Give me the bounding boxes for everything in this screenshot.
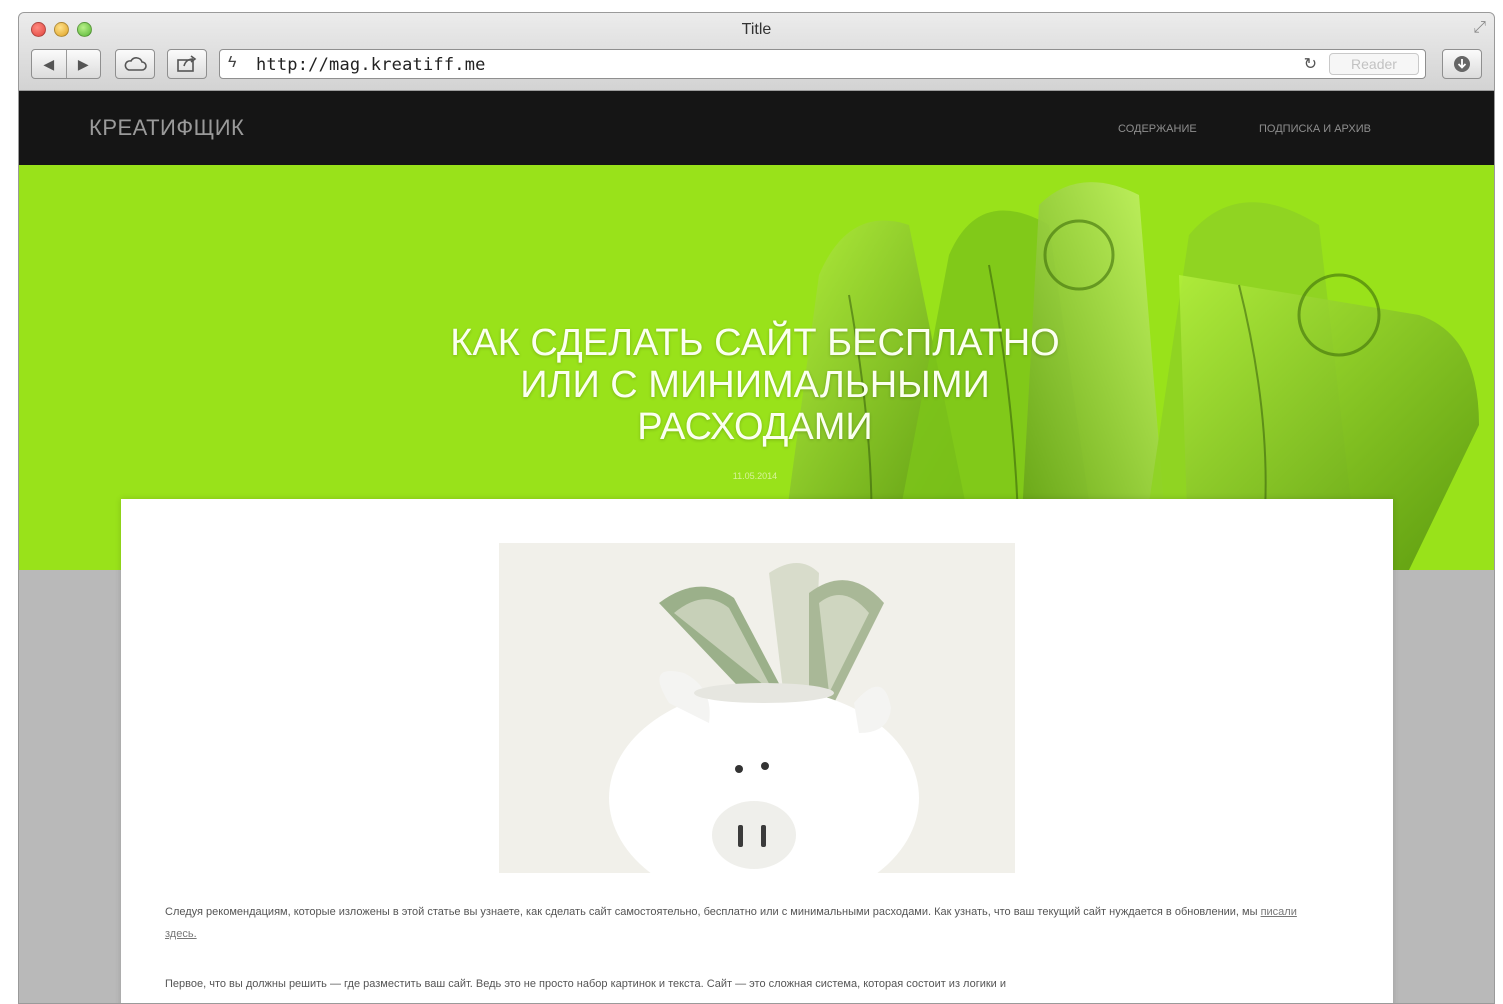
nav-link-contents[interactable]: СОДЕРЖАНИЕ [1118, 123, 1197, 135]
browser-chrome: Title ⤢ ◀ ▶ ϟ http://mag.kreatiff.me ↻ R… [19, 13, 1494, 91]
article-date: 11.05.2014 [732, 471, 778, 481]
browser-window: Title ⤢ ◀ ▶ ϟ http://mag.kreatiff.me ↻ R… [18, 12, 1495, 1004]
article-paragraph-2: Первое, что вы должны решить — где разме… [165, 978, 1007, 990]
nav-link-subscribe-archive[interactable]: ПОДПИСКА И АРХИВ [1259, 123, 1371, 135]
download-icon [1454, 56, 1470, 72]
icloud-tabs-button[interactable] [115, 49, 155, 79]
article-card: Следуя рекомендациям, которые изложены в… [121, 499, 1393, 1003]
cloud-icon [124, 57, 147, 71]
piggy-bank-image [499, 543, 1015, 873]
url-text[interactable]: http://mag.kreatiff.me [256, 55, 486, 75]
reload-icon[interactable]: ↻ [1304, 54, 1317, 74]
browser-toolbar: ◀ ▶ ϟ http://mag.kreatiff.me ↻ Reader [31, 49, 1482, 81]
share-button[interactable] [167, 49, 207, 79]
window-title: Title [741, 21, 772, 38]
reader-button[interactable]: Reader [1329, 53, 1419, 75]
site-header: КРЕАТИФЩИК СОДЕРЖАНИЕ ПОДПИСКА И АРХИВ [19, 91, 1494, 165]
history-nav-group: ◀ ▶ [31, 49, 101, 79]
site-icon: ϟ [228, 54, 237, 71]
site-logo[interactable]: КРЕАТИФЩИК [89, 115, 244, 141]
article-title: КАК СДЕЛАТЬ САЙТ БЕСПЛАТНО ИЛИ С МИНИМАЛ… [450, 322, 1060, 448]
address-bar[interactable]: ϟ http://mag.kreatiff.me ↻ Reader [219, 49, 1426, 79]
back-arrow-icon[interactable]: ◀ [32, 56, 66, 73]
article-paragraph-1: Следуя рекомендациям, которые изложены в… [165, 901, 1307, 945]
paragraph-1-text: Следуя рекомендациям, которые изложены в… [165, 906, 1258, 918]
downloads-button[interactable] [1442, 49, 1482, 79]
share-icon [177, 55, 197, 72]
forward-arrow-icon[interactable]: ▶ [66, 56, 100, 73]
fullscreen-icon[interactable]: ⤢ [1473, 19, 1486, 37]
